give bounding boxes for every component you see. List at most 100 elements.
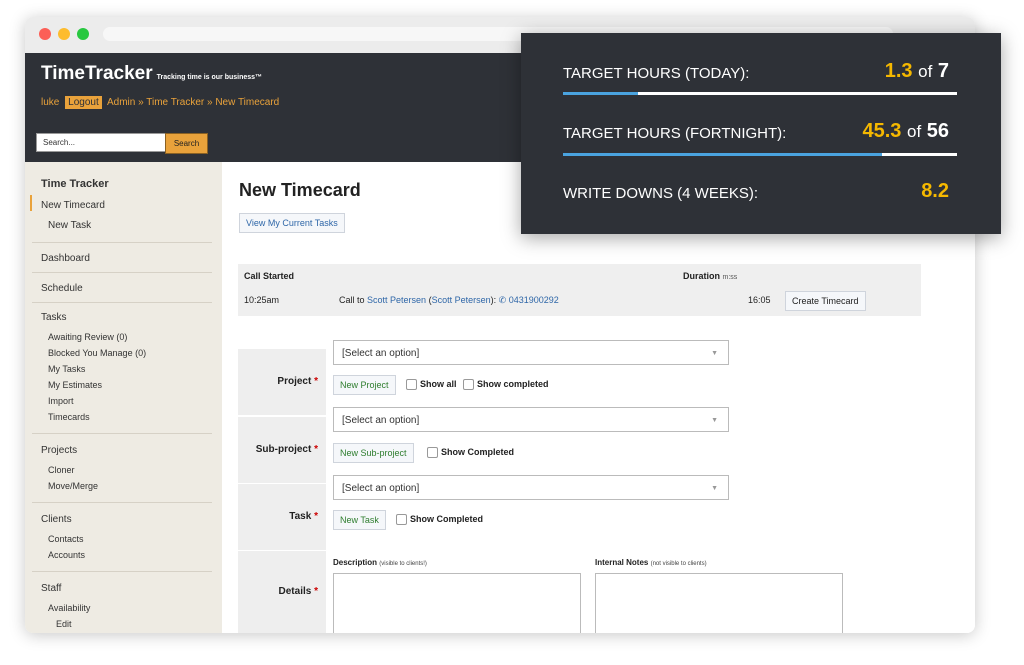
call-description: Call to Scott Petersen (Scott Petersen):…: [339, 295, 559, 305]
new-project-button[interactable]: New Project: [333, 375, 396, 395]
duration-unit: m:ss: [722, 274, 738, 281]
user-link[interactable]: luke: [41, 97, 59, 108]
duration-header: Duration m:ss: [683, 271, 737, 281]
task-select[interactable]: [Select an option] ▼: [333, 475, 729, 500]
subproject-select[interactable]: [Select an option] ▼: [333, 407, 729, 432]
app-tagline: Tracking time is our business™: [156, 74, 263, 81]
sidebar-item-new-timecard[interactable]: New Timecard: [41, 200, 105, 211]
sidebar: Time Tracker New Timecard New Task Dashb…: [25, 162, 222, 633]
internal-notes-textarea[interactable]: [595, 573, 843, 633]
contact-link-secondary[interactable]: Scott Petersen: [432, 295, 491, 305]
task-show-completed-checkbox[interactable]: [396, 514, 407, 525]
required-marker: *: [314, 376, 318, 387]
create-timecard-button[interactable]: Create Timecard: [785, 291, 866, 311]
duration-header-label: Duration: [683, 271, 720, 281]
of-text: of: [918, 62, 933, 81]
call-panel: Call Started Duration m:ss 10:25am Call …: [238, 264, 921, 316]
target-fortnight-progress-bar: [563, 153, 957, 156]
target-fortnight-progress-fill: [563, 153, 883, 156]
subproject-select-value: [Select an option]: [342, 415, 420, 426]
sidebar-item-blocked[interactable]: Blocked You Manage (0): [48, 348, 146, 358]
sidebar-item-staff[interactable]: Staff: [41, 583, 61, 594]
internal-notes-label-text: Internal Notes: [595, 558, 649, 567]
sidebar-item-projects[interactable]: Projects: [41, 445, 77, 456]
close-window-icon[interactable]: [39, 28, 51, 40]
target-today-progress-fill: [563, 92, 638, 95]
of-text: of: [907, 122, 922, 141]
search-button[interactable]: Search: [165, 133, 208, 154]
project-select[interactable]: [Select an option] ▼: [333, 340, 729, 365]
required-marker: *: [314, 586, 318, 597]
sidebar-item-move-merge[interactable]: Move/Merge: [48, 481, 98, 491]
sidebar-item-import[interactable]: Import: [48, 396, 74, 406]
stats-overlay: TARGET HOURS (TODAY): 1.3 of 7 TARGET HO…: [521, 33, 1001, 234]
app-brand[interactable]: TimeTracker Tracking time is our business…: [41, 63, 262, 85]
chevron-down-icon: ▼: [711, 485, 718, 492]
target-fortnight-target: 56: [926, 120, 949, 142]
details-label-text: Details: [278, 586, 312, 597]
target-today-label: TARGET HOURS (TODAY):: [563, 65, 750, 82]
sidebar-item-schedule[interactable]: Schedule: [41, 283, 83, 294]
project-label: Project *: [238, 349, 326, 415]
new-subproject-button[interactable]: New Sub-project: [333, 443, 414, 463]
show-completed-checkbox[interactable]: [463, 379, 474, 390]
breadcrumb: luke Logout Admin » Time Tracker » New T…: [41, 96, 279, 109]
subproject-label-text: Sub-project: [255, 444, 312, 455]
sidebar-title: Time Tracker: [41, 178, 109, 190]
sidebar-divider: [32, 571, 212, 572]
task-show-completed-label: Show Completed: [410, 514, 484, 524]
view-current-tasks-button[interactable]: View My Current Tasks: [239, 213, 345, 233]
sidebar-item-awaiting-review[interactable]: Awaiting Review (0): [48, 332, 127, 342]
subproject-label: Sub-project *: [238, 417, 326, 483]
write-downs-value: 8.2: [921, 180, 949, 203]
call-duration: 16:05: [748, 295, 771, 305]
required-marker: *: [314, 444, 318, 455]
target-today-progress-bar: [563, 92, 957, 95]
target-fortnight-actual: 45.3: [862, 120, 902, 142]
phone-link[interactable]: 0431900292: [509, 295, 559, 305]
search-bar: Search... Search: [25, 127, 222, 162]
subproject-show-completed-checkbox[interactable]: [427, 447, 438, 458]
sidebar-item-new-task[interactable]: New Task: [48, 220, 91, 231]
target-today-value: 1.3 of 7: [885, 60, 949, 83]
sidebar-item-dashboard[interactable]: Dashboard: [41, 253, 90, 264]
sidebar-item-accounts[interactable]: Accounts: [48, 550, 85, 560]
maximize-window-icon[interactable]: [77, 28, 89, 40]
sidebar-item-timecards[interactable]: Timecards: [48, 412, 90, 422]
call-time: 10:25am: [244, 295, 280, 305]
sidebar-divider: [32, 302, 212, 303]
sidebar-divider: [32, 502, 212, 503]
task-label: Task *: [238, 484, 326, 550]
description-note: (visible to clients!): [379, 561, 427, 567]
sidebar-item-my-tasks[interactable]: My Tasks: [48, 364, 85, 374]
contact-link[interactable]: Scott Petersen: [367, 295, 426, 305]
target-today-actual: 1.3: [884, 60, 913, 82]
description-textarea[interactable]: [333, 573, 581, 633]
sidebar-item-my-estimates[interactable]: My Estimates: [48, 380, 102, 390]
search-input[interactable]: Search...: [36, 133, 166, 152]
minimize-window-icon[interactable]: [58, 28, 70, 40]
sidebar-item-tasks[interactable]: Tasks: [41, 312, 67, 323]
page-title: New Timecard: [239, 180, 361, 200]
new-task-button[interactable]: New Task: [333, 510, 386, 530]
call-started-header: Call Started: [244, 271, 295, 281]
sidebar-item-clients[interactable]: Clients: [41, 514, 72, 525]
project-select-value: [Select an option]: [342, 348, 420, 359]
logout-button[interactable]: Logout: [65, 96, 102, 109]
breadcrumb-path[interactable]: Admin » Time Tracker » New Timecard: [107, 97, 279, 108]
sidebar-divider: [32, 433, 212, 434]
target-fortnight-value: 45.3 of 56: [863, 120, 950, 143]
description-label-text: Description: [333, 558, 378, 567]
task-select-value: [Select an option]: [342, 483, 420, 494]
target-today-target: 7: [937, 60, 949, 82]
sidebar-item-availability[interactable]: Availability: [48, 603, 90, 613]
write-downs-actual: 8.2: [921, 180, 949, 202]
sidebar-item-cloner[interactable]: Cloner: [48, 465, 75, 475]
sidebar-item-contacts[interactable]: Contacts: [48, 534, 84, 544]
phone-icon: ✆: [498, 295, 507, 305]
task-label-text: Task: [289, 511, 312, 522]
sidebar-item-edit[interactable]: Edit: [56, 619, 72, 629]
details-label: Details *: [238, 551, 326, 633]
chevron-down-icon: ▼: [711, 350, 718, 357]
show-all-checkbox[interactable]: [406, 379, 417, 390]
